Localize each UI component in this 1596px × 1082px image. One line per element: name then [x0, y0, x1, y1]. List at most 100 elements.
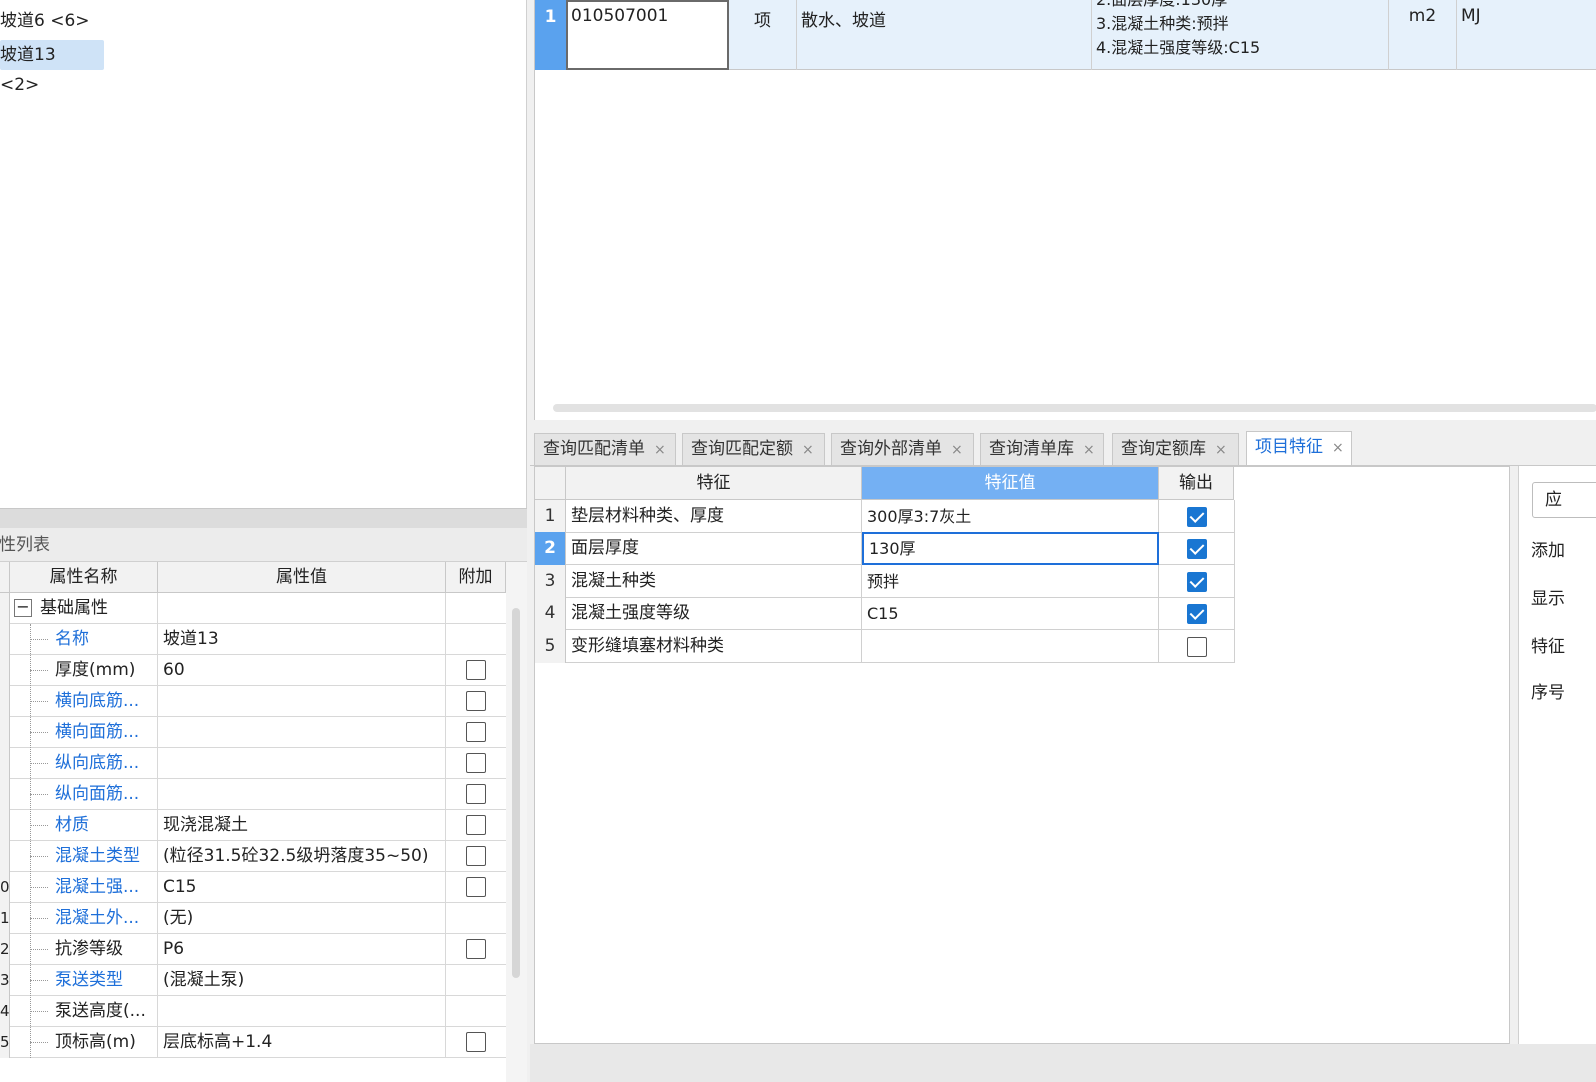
property-name[interactable]: 混凝土类型 — [55, 841, 155, 872]
property-value[interactable] — [163, 686, 443, 717]
close-icon[interactable]: × — [654, 442, 666, 458]
side-options-panel: 应 添加 显示 特征 序号 — [1518, 466, 1596, 1044]
feature-row[interactable]: 3 混凝土种类 预拌 — [535, 565, 1235, 598]
property-scrollbar[interactable] — [506, 562, 527, 1082]
property-name[interactable]: 泵送类型 — [55, 965, 155, 996]
property-row[interactable]: 纵向面筋... — [0, 779, 506, 810]
feature-value[interactable]: C15 — [862, 597, 1159, 630]
property-group-row[interactable]: − 基础属性 — [0, 593, 506, 624]
property-value[interactable] — [163, 996, 443, 1027]
tree-item-selected[interactable]: 坡道13 <2> — [0, 40, 104, 95]
feature-name[interactable]: 变形缝填塞材料种类 — [566, 630, 862, 663]
property-value[interactable]: 60 — [163, 655, 443, 686]
output-checkbox[interactable] — [1187, 507, 1207, 527]
panel-splitter[interactable] — [0, 508, 527, 528]
feature-row[interactable]: 4 混凝土强度等级 C15 — [535, 597, 1235, 630]
property-value[interactable]: 坡道13 — [163, 624, 443, 655]
feature-value[interactable]: 预拌 — [862, 565, 1159, 598]
bill-expr-cell[interactable]: MJ — [1457, 0, 1596, 70]
feature-row[interactable]: 1 垫层材料种类、厚度 300厚3:7灰土 — [535, 500, 1235, 533]
property-name[interactable]: 纵向面筋... — [55, 779, 155, 810]
property-value[interactable]: C15 — [163, 872, 443, 903]
tab-bill-library[interactable]: 查询清单库 × — [980, 433, 1104, 465]
property-value[interactable]: (无) — [163, 903, 443, 934]
property-row[interactable]: 混凝土类型 (粒径31.5砼32.5级坍落度35~50) — [0, 841, 506, 872]
property-value[interactable]: P6 — [163, 934, 443, 965]
property-value[interactable] — [163, 748, 443, 779]
close-icon[interactable]: × — [1332, 440, 1344, 456]
property-name[interactable]: 混凝土外... — [55, 903, 155, 934]
property-name[interactable]: 横向面筋... — [55, 717, 155, 748]
attach-checkbox[interactable] — [466, 939, 486, 959]
bill-row[interactable]: 1 010507001 项 散水、坡道 2.面层厚度:130厚 3.混凝土种类:… — [535, 0, 1596, 70]
tab-external-bill[interactable]: 查询外部清单 × — [831, 433, 974, 465]
tab-quota-library[interactable]: 查询定额库 × — [1112, 433, 1239, 465]
feature-value[interactable]: 300厚3:7灰土 — [862, 500, 1159, 533]
property-row[interactable]: 3 泵送类型 (混凝土泵) — [0, 965, 506, 996]
property-row[interactable]: 0 混凝土强... C15 — [0, 872, 506, 903]
bill-code-cell[interactable]: 010507001 — [566, 0, 729, 70]
property-row[interactable]: 4 泵送高度(... — [0, 996, 506, 1027]
tree-connector — [30, 794, 48, 795]
property-row[interactable]: 2 抗渗等级 P6 — [0, 934, 506, 965]
apply-button[interactable]: 应 — [1532, 482, 1596, 518]
property-row[interactable]: 厚度(mm) 60 — [0, 655, 506, 686]
close-icon[interactable]: × — [1215, 442, 1227, 458]
property-value[interactable] — [163, 779, 443, 810]
tab-match-bill[interactable]: 查询匹配清单 × — [534, 433, 676, 465]
attach-checkbox[interactable] — [466, 877, 486, 897]
property-value[interactable] — [163, 717, 443, 748]
feature-value[interactable] — [862, 630, 1159, 663]
tab-project-features[interactable]: 项目特征 × — [1246, 431, 1352, 465]
property-name[interactable]: 材质 — [55, 810, 155, 841]
feature-row[interactable]: 5 变形缝填塞材料种类 — [535, 630, 1235, 663]
property-row[interactable]: 名称 坡道13 — [0, 624, 506, 655]
property-table-header: 属性名称 属性值 附加 — [0, 562, 506, 593]
close-icon[interactable]: × — [802, 442, 814, 458]
bill-features-cell[interactable]: 2.面层厚度:130厚 3.混凝土种类:预拌 4.混凝土强度等级:C15 — [1092, 0, 1389, 70]
property-value[interactable]: 现浇混凝土 — [163, 810, 443, 841]
property-name[interactable]: 混凝土强... — [55, 872, 155, 903]
feature-name[interactable]: 垫层材料种类、厚度 — [566, 500, 862, 533]
property-value[interactable]: (粒径31.5砼32.5级坍落度35~50) — [163, 841, 443, 872]
attach-checkbox[interactable] — [466, 691, 486, 711]
close-icon[interactable]: × — [951, 442, 963, 458]
property-name[interactable]: 名称 — [55, 624, 155, 655]
output-checkbox[interactable] — [1187, 604, 1207, 624]
property-row[interactable]: 横向面筋... — [0, 717, 506, 748]
feature-name[interactable]: 面层厚度 — [566, 532, 862, 565]
attach-checkbox[interactable] — [466, 1032, 486, 1052]
header-feature: 特征 — [566, 467, 862, 500]
output-checkbox[interactable] — [1187, 539, 1207, 559]
property-value[interactable]: 层底标高+1.4 — [163, 1027, 443, 1058]
scrollbar-thumb[interactable] — [512, 608, 520, 978]
attach-checkbox[interactable] — [466, 660, 486, 680]
bill-type-cell[interactable]: 项 — [729, 0, 797, 70]
feature-value[interactable]: 130厚 — [862, 532, 1159, 565]
attach-checkbox[interactable] — [466, 722, 486, 742]
property-row[interactable]: 1 混凝土外... (无) — [0, 903, 506, 934]
bill-unit-cell[interactable]: m2 — [1389, 0, 1457, 70]
output-checkbox[interactable] — [1187, 572, 1207, 592]
attach-checkbox[interactable] — [466, 815, 486, 835]
property-name[interactable]: 横向底筋... — [55, 686, 155, 717]
attach-checkbox[interactable] — [466, 784, 486, 804]
property-row[interactable]: 横向底筋... — [0, 686, 506, 717]
output-checkbox[interactable] — [1187, 637, 1207, 657]
tab-match-quota[interactable]: 查询匹配定额 × — [682, 433, 825, 465]
property-row[interactable]: 材质 现浇混凝土 — [0, 810, 506, 841]
bill-name-cell[interactable]: 散水、坡道 — [797, 0, 1092, 70]
attach-checkbox[interactable] — [466, 753, 486, 773]
property-row[interactable]: 5 顶标高(m) 层底标高+1.4 — [0, 1027, 506, 1058]
tree-item[interactable]: 坡道6 <6> — [0, 6, 94, 36]
bill-hscrollbar[interactable] — [553, 404, 1596, 412]
property-value[interactable]: (混凝土泵) — [163, 965, 443, 996]
attach-checkbox[interactable] — [466, 846, 486, 866]
collapse-toggle-icon[interactable]: − — [14, 599, 32, 617]
feature-name[interactable]: 混凝土种类 — [566, 565, 862, 598]
feature-row[interactable]: 2 面层厚度 130厚 — [535, 532, 1235, 565]
close-icon[interactable]: × — [1083, 442, 1095, 458]
property-row[interactable]: 纵向底筋... — [0, 748, 506, 779]
feature-name[interactable]: 混凝土强度等级 — [566, 597, 862, 630]
property-name[interactable]: 纵向底筋... — [55, 748, 155, 779]
